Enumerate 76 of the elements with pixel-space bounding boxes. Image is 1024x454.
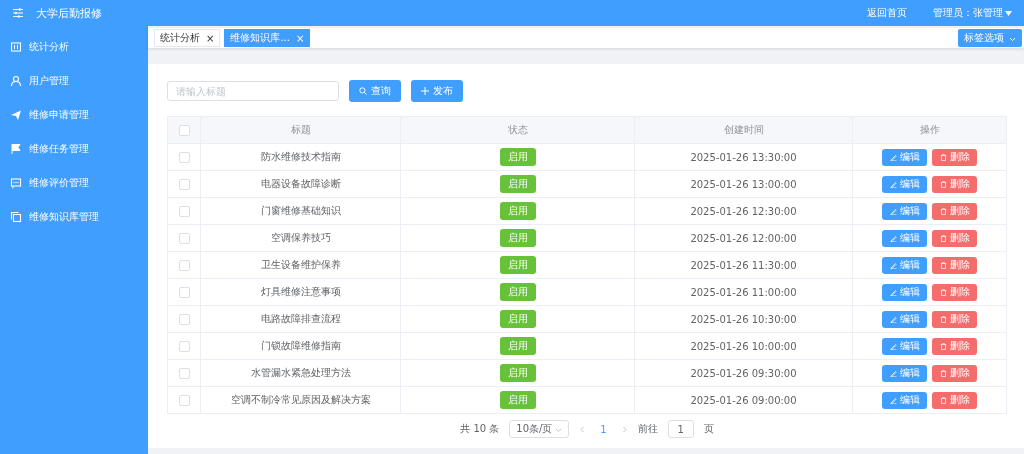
- tab[interactable]: 统计分析 ×: [154, 29, 221, 47]
- column-header: 状态: [507, 124, 528, 135]
- column-header: 创建时间: [723, 124, 764, 135]
- delete-button[interactable]: 删除: [932, 229, 977, 247]
- edit-button[interactable]: 编辑: [882, 202, 927, 220]
- delete-button[interactable]: 删除: [932, 148, 977, 166]
- title-text: 卫生设备维护保养: [260, 259, 341, 270]
- title-text: 灯具维修注意事项: [260, 286, 341, 297]
- title-text: 空调保养技巧: [270, 232, 331, 243]
- page-suffix: 页: [703, 422, 714, 436]
- delete-button[interactable]: 删除: [932, 256, 977, 274]
- status-tag: 启用: [499, 283, 536, 301]
- edit-button[interactable]: 编辑: [882, 283, 927, 301]
- delete-button[interactable]: 删除: [932, 283, 977, 301]
- delete-button[interactable]: 删除: [932, 175, 977, 193]
- title-text: 电器设备故障诊断: [260, 178, 341, 189]
- title-text: 防水维修技术指南: [260, 151, 341, 162]
- edit-button[interactable]: 编辑: [882, 364, 927, 382]
- time-text: 2025-01-26 12:00:00: [690, 232, 797, 244]
- page-size-select[interactable]: 10条/页: [509, 420, 570, 438]
- column-header: 操作: [919, 124, 940, 135]
- time-text: 2025-01-26 12:30:00: [690, 205, 797, 217]
- edit-button[interactable]: 编辑: [882, 256, 927, 274]
- delete-button[interactable]: 删除: [932, 337, 977, 355]
- edit-button[interactable]: 编辑: [882, 310, 927, 328]
- sidebar-item[interactable]: 维修任务管理: [0, 132, 148, 166]
- user-menu[interactable]: 管理员：张管理: [933, 6, 1003, 20]
- tab-options-button[interactable]: 标签选项: [958, 29, 1022, 47]
- delete-button[interactable]: 删除: [932, 310, 977, 328]
- time-text: 2025-01-26 10:30:00: [690, 313, 797, 325]
- title-text: 电路故障排查流程: [260, 313, 341, 324]
- time-text: 2025-01-26 11:30:00: [690, 259, 797, 271]
- search-button[interactable]: 查询: [349, 80, 401, 102]
- title-text: 空调不制冷常见原因及解决方案: [230, 394, 371, 405]
- time-text: 2025-01-26 10:00:00: [690, 340, 797, 352]
- edit-button[interactable]: 编辑: [882, 175, 927, 193]
- tab[interactable]: 维修知识库... ×: [224, 29, 311, 47]
- close-icon[interactable]: ×: [206, 32, 215, 44]
- home-link[interactable]: 返回首页: [867, 6, 907, 20]
- total-count: 共 10 条: [460, 422, 500, 436]
- app-title: 大学后勤报修: [36, 5, 102, 21]
- sidebar-item[interactable]: 维修申请管理: [0, 98, 148, 132]
- title-text: 门窗维修基础知识: [260, 205, 341, 216]
- publish-button[interactable]: 发布: [411, 80, 463, 102]
- sidebar-item[interactable]: 用户管理: [0, 64, 148, 98]
- delete-button[interactable]: 删除: [932, 202, 977, 220]
- close-icon[interactable]: ×: [295, 32, 305, 44]
- status-tag: 启用: [499, 229, 536, 247]
- sidebar-item[interactable]: 维修知识库管理: [0, 200, 148, 234]
- status-tag: 启用: [499, 337, 536, 355]
- status-tag: 启用: [499, 391, 536, 409]
- time-text: 2025-01-26 11:00:00: [690, 286, 797, 298]
- page-input[interactable]: 1: [667, 420, 694, 438]
- status-tag: 启用: [499, 364, 536, 382]
- status-tag: 启用: [499, 148, 536, 166]
- status-tag: 启用: [499, 202, 536, 220]
- delete-button[interactable]: 删除: [932, 364, 977, 382]
- edit-button[interactable]: 编辑: [882, 337, 927, 355]
- title-text: 水管漏水紧急处理方法: [250, 367, 351, 378]
- status-tag: 启用: [499, 175, 536, 193]
- time-text: 2025-01-26 09:30:00: [690, 367, 797, 379]
- delete-button[interactable]: 删除: [932, 391, 977, 409]
- status-tag: 启用: [499, 256, 536, 274]
- column-header: 标题: [290, 124, 311, 135]
- sidebar-item[interactable]: 维修评价管理: [0, 166, 148, 200]
- sidebar-item[interactable]: 统计分析: [0, 30, 148, 64]
- page-number[interactable]: 1: [596, 423, 611, 435]
- time-text: 2025-01-26 13:00:00: [690, 178, 797, 190]
- title-text: 门锁故障维修指南: [260, 340, 341, 351]
- edit-button[interactable]: 编辑: [882, 391, 927, 409]
- time-text: 2025-01-26 13:30:00: [690, 151, 797, 163]
- edit-button[interactable]: 编辑: [882, 148, 927, 166]
- time-text: 2025-01-26 09:00:00: [690, 394, 797, 406]
- edit-button[interactable]: 编辑: [882, 229, 927, 247]
- status-tag: 启用: [499, 310, 536, 328]
- goto-label: 前往: [637, 422, 658, 436]
